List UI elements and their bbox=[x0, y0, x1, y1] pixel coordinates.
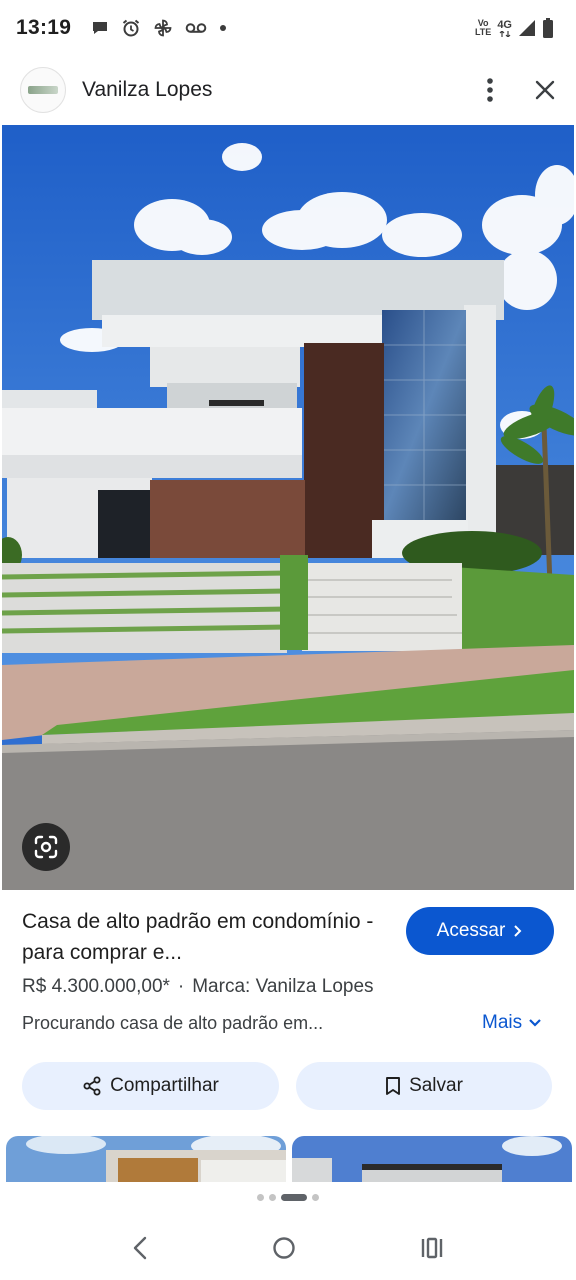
more-label: Mais bbox=[482, 1012, 523, 1033]
pager-dot bbox=[269, 1194, 276, 1201]
battery-icon bbox=[542, 18, 554, 38]
notification-icons bbox=[91, 18, 227, 38]
pinwheel-icon bbox=[153, 18, 173, 38]
dot-icon bbox=[219, 24, 227, 32]
chat-bubble-icon bbox=[91, 19, 109, 37]
result-meta: R$ 4.300.000,00* · Marca: Vanilza Lopes bbox=[22, 976, 374, 998]
system-nav-bar bbox=[0, 1216, 576, 1280]
header-actions bbox=[486, 77, 556, 103]
visit-button[interactable]: Acessar bbox=[406, 907, 554, 955]
chevron-right-icon bbox=[513, 924, 523, 938]
visit-button-label: Acessar bbox=[436, 920, 506, 941]
status-bar: 13:19 Vo LTE 4G bbox=[0, 0, 576, 56]
more-vert-icon[interactable] bbox=[486, 77, 494, 103]
pager-dot bbox=[257, 1194, 264, 1201]
volte-indicator: Vo LTE bbox=[475, 19, 491, 37]
lens-icon bbox=[33, 834, 59, 860]
lens-search-button[interactable] bbox=[22, 823, 70, 871]
source-logo bbox=[28, 86, 58, 94]
save-label: Salvar bbox=[409, 1075, 463, 1096]
carousel-pager bbox=[0, 1194, 576, 1201]
network-type: 4G bbox=[497, 19, 512, 31]
back-icon[interactable] bbox=[132, 1235, 148, 1261]
status-indicators: Vo LTE 4G bbox=[475, 18, 554, 38]
save-button[interactable]: Salvar bbox=[296, 1062, 552, 1110]
chevron-down-icon bbox=[528, 1018, 542, 1028]
main-image[interactable] bbox=[2, 125, 574, 890]
result-description: Procurando casa de alto padrão em... bbox=[22, 1013, 324, 1033]
voicemail-icon bbox=[185, 21, 207, 35]
related-image-thumbnail[interactable] bbox=[6, 1136, 286, 1182]
meta-separator: · bbox=[177, 976, 185, 997]
home-icon[interactable] bbox=[272, 1236, 296, 1260]
share-label: Compartilhar bbox=[110, 1075, 219, 1096]
pager-dot-active bbox=[281, 1194, 307, 1201]
price: R$ 4.300.000,00* bbox=[22, 976, 170, 997]
pager-dot bbox=[312, 1194, 319, 1201]
network-label-bottom: LTE bbox=[474, 27, 492, 37]
network-type-indicator: 4G bbox=[497, 19, 512, 37]
share-button[interactable]: Compartilhar bbox=[22, 1062, 279, 1110]
result-title[interactable]: Casa de alto padrão em condomínio - para… bbox=[22, 906, 392, 968]
related-image-thumbnail[interactable] bbox=[292, 1136, 572, 1182]
recent-apps-icon[interactable] bbox=[420, 1237, 444, 1259]
signal-icon bbox=[518, 19, 536, 37]
source-logo-avatar[interactable] bbox=[20, 67, 66, 113]
brand: Marca: Vanilza Lopes bbox=[192, 976, 374, 997]
status-time: 13:19 bbox=[16, 16, 72, 39]
share-icon bbox=[82, 1076, 102, 1096]
bookmark-icon bbox=[385, 1076, 401, 1096]
viewer-header: Vanilza Lopes bbox=[0, 60, 576, 120]
close-icon[interactable] bbox=[534, 79, 556, 101]
more-button[interactable]: Mais bbox=[482, 1012, 542, 1034]
alarm-icon bbox=[121, 18, 141, 38]
source-title[interactable]: Vanilza Lopes bbox=[82, 78, 212, 102]
